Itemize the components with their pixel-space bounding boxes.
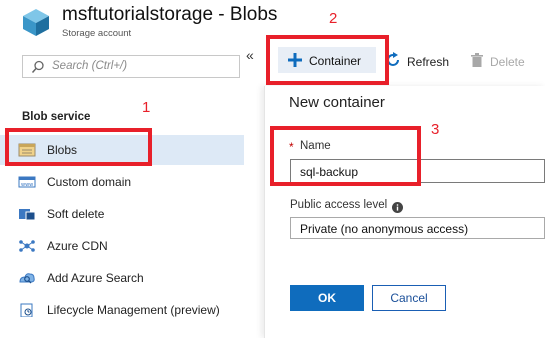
- sidebar-item-label: Custom domain: [47, 175, 132, 189]
- page-subtitle: Storage account: [62, 28, 132, 39]
- sidebar-item-lifecycle-management[interactable]: Lifecycle Management (preview): [0, 295, 244, 325]
- page-title: msftutorialstorage - Blobs: [62, 4, 278, 25]
- section-label-blob-service: Blob service: [22, 111, 91, 123]
- annotation-box-1: [5, 128, 152, 166]
- cdn-icon: [19, 240, 35, 252]
- sidebar-item-custom-domain[interactable]: www Custom domain: [0, 167, 244, 197]
- collapse-sidebar-button[interactable]: «: [246, 47, 254, 63]
- sidebar-item-add-azure-search[interactable]: Add Azure Search: [0, 263, 244, 293]
- info-icon[interactable]: [392, 202, 403, 213]
- search-input[interactable]: Search (Ctrl+/): [22, 55, 240, 78]
- panel-title: New container: [289, 94, 385, 111]
- sidebar-item-label: Soft delete: [47, 207, 105, 221]
- annotation-box-3: [270, 126, 421, 186]
- soft-delete-icon: [19, 209, 36, 221]
- sidebar-item-soft-delete[interactable]: Soft delete: [0, 199, 244, 229]
- search-placeholder: Search (Ctrl+/): [52, 60, 128, 72]
- trash-icon: [471, 53, 483, 67]
- search-icon: [31, 60, 44, 73]
- ok-button[interactable]: OK: [290, 285, 364, 311]
- annotation-number-1: 1: [142, 99, 151, 116]
- sidebar-item-label: Azure CDN: [47, 239, 108, 253]
- sidebar-item-label: Lifecycle Management (preview): [47, 303, 220, 317]
- lifecycle-icon: [20, 303, 33, 317]
- annotation-number-3: 3: [431, 121, 440, 138]
- custom-domain-icon: www: [18, 176, 36, 188]
- public-access-select[interactable]: Private (no anonymous access): [290, 217, 545, 239]
- azure-search-icon: [19, 273, 35, 284]
- cancel-button[interactable]: Cancel: [372, 285, 446, 311]
- public-access-label: Public access level: [290, 199, 388, 211]
- delete-button[interactable]: Delete: [471, 47, 541, 73]
- annotation-number-2: 2: [329, 10, 338, 27]
- svg-text:www: www: [21, 182, 33, 188]
- public-access-value: Private (no anonymous access): [300, 222, 469, 236]
- refresh-button[interactable]: Refresh: [384, 47, 454, 73]
- annotation-box-2: [266, 35, 389, 85]
- sidebar-item-azure-cdn[interactable]: Azure CDN: [0, 231, 244, 261]
- refresh-button-label: Refresh: [407, 55, 450, 69]
- delete-button-label: Delete: [490, 55, 525, 69]
- storage-account-icon: [23, 9, 49, 36]
- sidebar-item-label: Add Azure Search: [47, 271, 144, 285]
